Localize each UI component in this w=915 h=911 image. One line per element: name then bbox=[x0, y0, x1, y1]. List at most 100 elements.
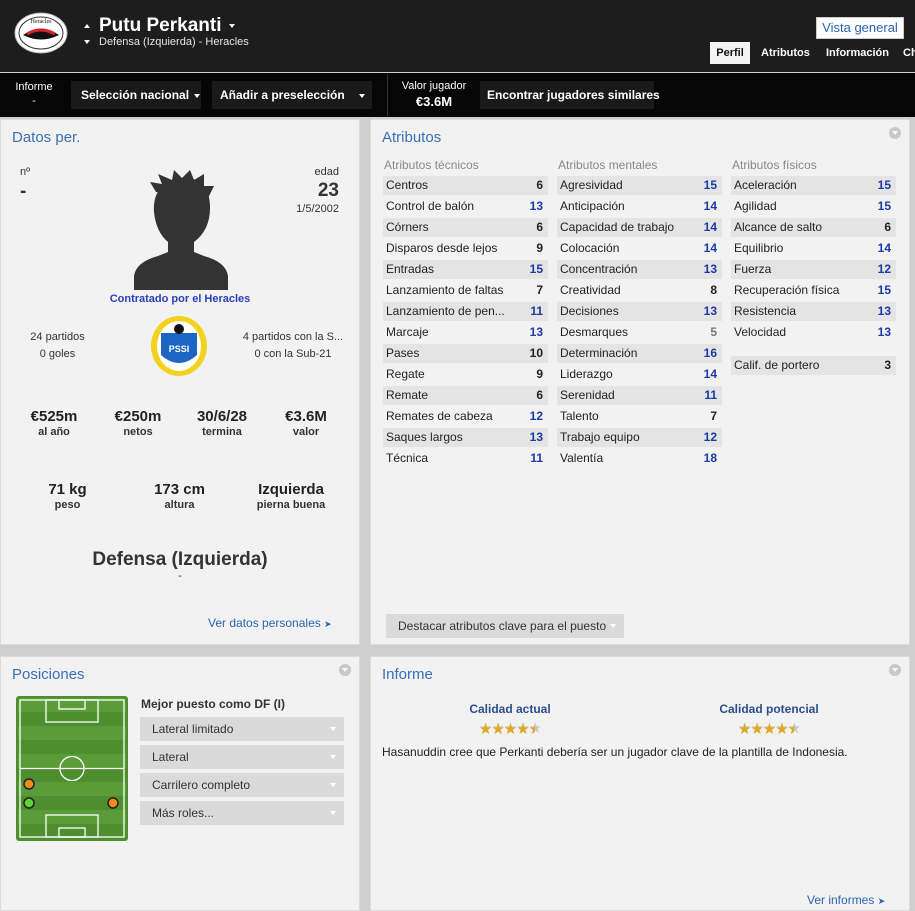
attribute-row[interactable]: Serenidad 11 bbox=[557, 386, 722, 405]
player-name[interactable]: Putu Perkanti bbox=[84, 15, 236, 37]
ver-datos-personales-link[interactable]: Ver datos personales ➤ bbox=[208, 616, 332, 630]
attribute-row[interactable]: Control de balón 13 bbox=[383, 197, 548, 216]
col-head-fisicos: Atributos físicos bbox=[732, 158, 817, 172]
attribute-value: 13 bbox=[529, 199, 543, 213]
scout-report-text: Hasanuddin cree que Perkanti debería ser… bbox=[382, 745, 848, 759]
encontrar-similares-button[interactable]: Encontrar jugadores similares bbox=[480, 81, 660, 109]
tab-atributos[interactable]: Atributos bbox=[761, 42, 810, 64]
contract-club-link[interactable]: Contratado por el Heracles bbox=[60, 293, 300, 305]
seleccion-nacional-button[interactable]: Selección nacional bbox=[71, 81, 201, 109]
tab-truncated[interactable]: Ch bbox=[903, 42, 915, 64]
attribute-row[interactable]: Fuerza 12 bbox=[731, 260, 896, 279]
attribute-row[interactable]: Disparos desde lejos 9 bbox=[383, 239, 548, 258]
star-icon: ★★ bbox=[750, 720, 763, 738]
name-menu-chevron-icon[interactable] bbox=[229, 23, 236, 28]
attribute-row[interactable]: Pases 10 bbox=[383, 344, 548, 363]
attribute-row[interactable]: Agilidad 15 bbox=[731, 197, 896, 216]
age-label: edad bbox=[314, 166, 339, 178]
attribute-value: 11 bbox=[530, 451, 543, 465]
goalkeeper-rating-row[interactable]: Calif. de portero 3 bbox=[731, 356, 896, 375]
calidad-potencial-stars: ★★★★★★★★★★ bbox=[699, 719, 839, 738]
role-lateral[interactable]: Lateral bbox=[140, 745, 344, 769]
anadir-preseleccion-button[interactable]: Añadir a preselección bbox=[212, 81, 372, 109]
attribute-row[interactable]: Capacidad de trabajo 14 bbox=[557, 218, 722, 237]
previous-player-arrow-icon[interactable] bbox=[84, 23, 90, 28]
attribute-row[interactable]: Decisiones 13 bbox=[557, 302, 722, 321]
attribute-row[interactable]: Creatividad 8 bbox=[557, 281, 722, 300]
collapse-atributos-icon[interactable] bbox=[889, 127, 901, 139]
col-head-tecnicos: Atributos técnicos bbox=[384, 158, 479, 172]
vista-general-button[interactable]: Vista general bbox=[816, 17, 904, 39]
attribute-name: Velocidad bbox=[734, 325, 787, 339]
attribute-row[interactable]: Talento 7 bbox=[557, 407, 722, 426]
attribute-value: 5 bbox=[710, 325, 717, 339]
attribute-name: Liderazgo bbox=[560, 367, 613, 381]
club-matches: 24 partidos bbox=[30, 331, 85, 343]
attribute-row[interactable]: Córners 6 bbox=[383, 218, 548, 237]
attribute-row[interactable]: Trabajo equipo 12 bbox=[557, 428, 722, 447]
attribute-value: 8 bbox=[710, 283, 717, 297]
attribute-row[interactable]: Saques largos 13 bbox=[383, 428, 548, 447]
role-carrilero-completo[interactable]: Carrilero completo bbox=[140, 773, 344, 797]
attribute-value: 3 bbox=[884, 358, 891, 372]
chevron-down-icon bbox=[330, 811, 336, 815]
attribute-row[interactable]: Lanzamiento de pen... 11 bbox=[383, 302, 548, 321]
attribute-name: Concentración bbox=[560, 262, 638, 276]
attribute-name: Pases bbox=[386, 346, 420, 360]
best-position-label: Mejor puesto como DF (I) bbox=[141, 697, 285, 711]
weight-value: 71 kg bbox=[48, 481, 87, 498]
attribute-row[interactable]: Aceleración 15 bbox=[731, 176, 896, 195]
attribute-row[interactable]: Remates de cabeza 12 bbox=[383, 407, 548, 426]
attribute-name: Alcance de salto bbox=[734, 220, 823, 234]
tab-informacion[interactable]: Información bbox=[826, 42, 889, 64]
attribute-row[interactable]: Liderazgo 14 bbox=[557, 365, 722, 384]
role-lateral-limitado[interactable]: Lateral limitado bbox=[140, 717, 344, 741]
role-mas-roles[interactable]: Más roles... bbox=[140, 801, 344, 825]
attribute-row[interactable]: Colocación 14 bbox=[557, 239, 722, 258]
attribute-value: 14 bbox=[877, 241, 891, 255]
contract-end-value: 30/6/28 bbox=[196, 408, 248, 425]
tab-perfil[interactable]: Perfil bbox=[710, 42, 750, 64]
attribute-row[interactable]: Determinación 16 bbox=[557, 344, 722, 363]
attribute-row[interactable]: Centros 6 bbox=[383, 176, 548, 195]
attribute-row[interactable]: Recuperación física 15 bbox=[731, 281, 896, 300]
attribute-row[interactable]: Marcaje 13 bbox=[383, 323, 548, 342]
collapse-informe-icon[interactable] bbox=[889, 664, 901, 676]
ver-informes-link[interactable]: Ver informes ➤ bbox=[807, 893, 885, 907]
attribute-row[interactable]: Alcance de salto 6 bbox=[731, 218, 896, 237]
player-subtitle: Defensa (Izquierda) - Heracles bbox=[84, 36, 249, 48]
attribute-row[interactable]: Agresividad 15 bbox=[557, 176, 722, 195]
position-dot-best bbox=[23, 797, 35, 809]
main-position-sub: - bbox=[178, 570, 182, 582]
attribute-row[interactable]: Regate 9 bbox=[383, 365, 548, 384]
atributos-title: Atributos bbox=[382, 129, 442, 146]
attribute-name: Lanzamiento de pen... bbox=[386, 304, 505, 318]
destacar-atributos-button[interactable]: Destacar atributos clave para el puesto bbox=[386, 614, 624, 638]
attribute-row[interactable]: Lanzamiento de faltas 7 bbox=[383, 281, 548, 300]
attribute-value: 7 bbox=[536, 283, 543, 297]
attribute-value: 13 bbox=[877, 325, 891, 339]
collapse-posiciones-icon[interactable] bbox=[339, 664, 351, 676]
attribute-row[interactable]: Remate 6 bbox=[383, 386, 548, 405]
chevron-down-icon bbox=[330, 727, 336, 731]
attribute-value: 13 bbox=[703, 304, 717, 318]
attribute-row[interactable]: Velocidad 13 bbox=[731, 323, 896, 342]
attribute-row[interactable]: Concentración 13 bbox=[557, 260, 722, 279]
attribute-row[interactable]: Anticipación 14 bbox=[557, 197, 722, 216]
attribute-value: 14 bbox=[703, 220, 717, 234]
next-player-arrow-icon[interactable] bbox=[84, 40, 90, 45]
attribute-row[interactable]: Entradas 15 bbox=[383, 260, 548, 279]
attribute-value: 11 bbox=[530, 304, 543, 318]
chevron-down-icon bbox=[330, 755, 336, 759]
attribute-row[interactable]: Equilibrio 14 bbox=[731, 239, 896, 258]
chevron-down-icon bbox=[330, 783, 336, 787]
attribute-row[interactable]: Valentía 18 bbox=[557, 449, 722, 468]
attribute-name: Talento bbox=[560, 409, 599, 423]
attribute-row[interactable]: Desmarques 5 bbox=[557, 323, 722, 342]
net-wage-label: netos bbox=[123, 426, 153, 438]
arrow-right-icon: ➤ bbox=[877, 896, 886, 906]
attribute-row[interactable]: Resistencia 13 bbox=[731, 302, 896, 321]
chevron-down-icon bbox=[358, 93, 365, 98]
attribute-name: Agresividad bbox=[560, 178, 623, 192]
attribute-row[interactable]: Técnica 11 bbox=[383, 449, 548, 468]
